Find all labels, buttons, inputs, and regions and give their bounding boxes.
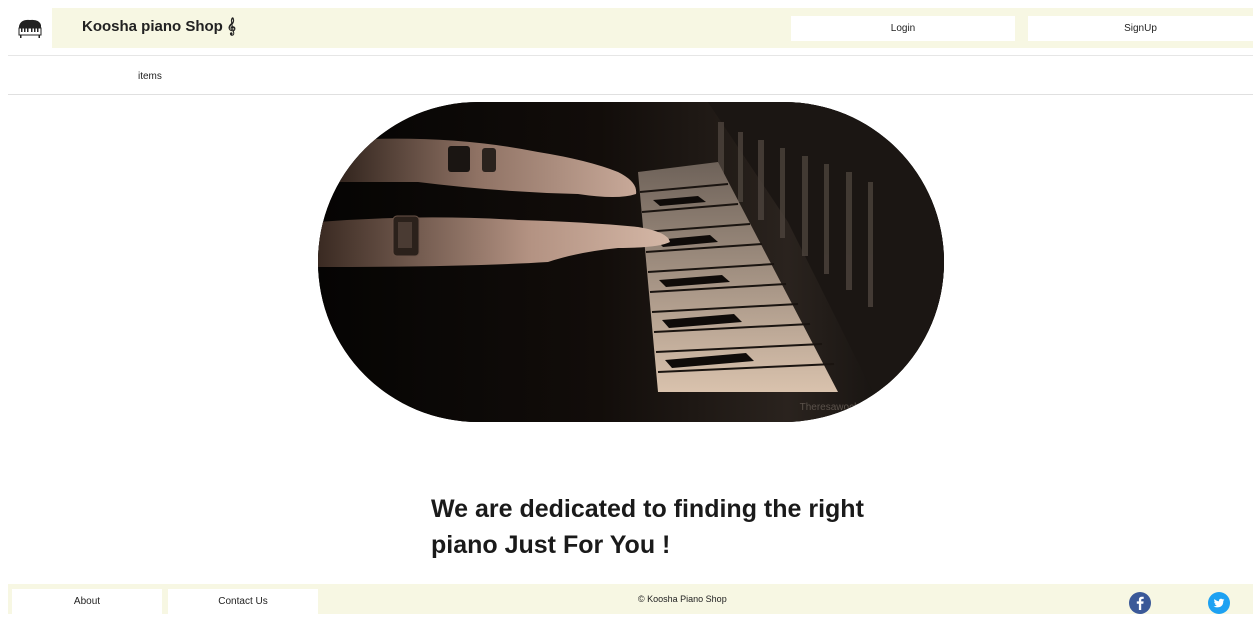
brand-bar: Koosha piano Shop 𝄞 Login SignUp (52, 8, 1253, 48)
hero-watermark: Theresawocketinmypocket (800, 402, 919, 413)
brand-title[interactable]: Koosha piano Shop 𝄞 (82, 18, 236, 35)
nav-item-items[interactable]: items (138, 71, 162, 82)
main-nav: items (8, 62, 1253, 92)
logo[interactable] (8, 8, 52, 48)
header-divider (8, 55, 1253, 56)
hero-image: Theresawocketinmypocket (318, 102, 944, 422)
nav-divider (8, 94, 1253, 95)
twitter-icon[interactable] (1208, 592, 1230, 614)
piano-photo: Theresawocketinmypocket (318, 102, 944, 422)
copyright-text: © Koosha Piano Shop (638, 594, 727, 604)
login-button[interactable]: Login (791, 16, 1015, 41)
site-footer: About Contact Us © Koosha Piano Shop (8, 584, 1253, 614)
facebook-icon[interactable] (1129, 592, 1151, 614)
contact-us-link[interactable]: Contact Us (168, 589, 318, 614)
piano-icon (18, 19, 42, 38)
signup-button[interactable]: SignUp (1028, 16, 1253, 41)
site-header: Koosha piano Shop 𝄞 Login SignUp (0, 0, 1253, 55)
about-link[interactable]: About (12, 589, 162, 614)
tagline: We are dedicated to finding the right pi… (431, 495, 864, 559)
